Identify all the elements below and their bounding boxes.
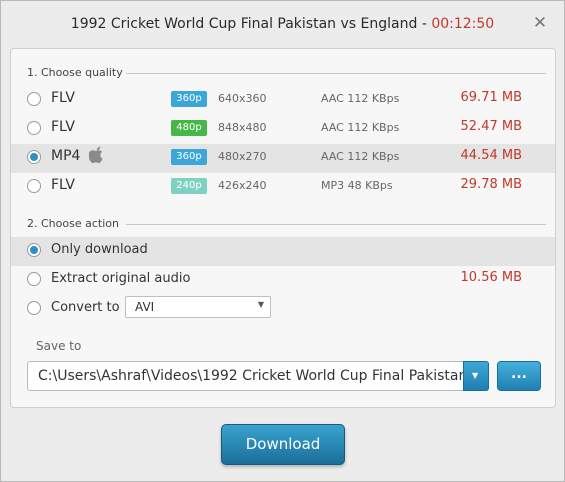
format-label: FLV <box>51 119 75 135</box>
resolution-text: 426x240 <box>218 179 267 192</box>
browse-button[interactable]: ... <box>497 361 541 391</box>
extract-audio-size: 10.56 MB <box>460 270 522 285</box>
file-size: 52.47 MB <box>460 119 522 134</box>
video-duration: 00:12:50 <box>431 16 495 32</box>
download-dialog: 1992 Cricket World Cup Final Pakistan vs… <box>0 0 565 482</box>
window-title: 1992 Cricket World Cup Final Pakistan vs… <box>1 16 564 32</box>
quality-option-2[interactable]: FLV 480p 848x480 AAC 112 KBps 52.47 MB <box>11 115 555 144</box>
quality-option-3[interactable]: MP4 360p 480x270 AAC 112 KBps 44.54 MB <box>11 144 555 173</box>
quality-radio[interactable] <box>27 92 41 106</box>
path-history-dropdown[interactable]: ▼ <box>463 361 489 391</box>
audio-info: AAC 112 KBps <box>321 92 400 105</box>
resolution-badge: 360p <box>171 149 207 165</box>
action-heading: 2. Choose action <box>27 217 119 230</box>
quality-radio[interactable] <box>27 121 41 135</box>
resolution-text: 848x480 <box>218 121 267 134</box>
resolution-text: 480x270 <box>218 150 267 163</box>
format-label: FLV <box>51 177 75 193</box>
format-label: FLV <box>51 90 75 106</box>
quality-radio[interactable] <box>27 179 41 193</box>
resolution-text: 640x360 <box>218 92 267 105</box>
quality-option-1[interactable]: FLV 360p 640x360 AAC 112 KBps 69.71 MB <box>11 86 555 115</box>
audio-info: AAC 112 KBps <box>321 121 400 134</box>
chevron-down-icon: ▼ <box>257 300 264 309</box>
action-divider <box>126 224 546 225</box>
close-icon[interactable]: ✕ <box>532 15 548 32</box>
action-radio[interactable] <box>27 272 41 286</box>
video-title: 1992 Cricket World Cup Final Pakistan vs… <box>70 16 418 32</box>
save-to-label: Save to <box>36 339 82 353</box>
options-panel: 1. Choose quality FLV 360p 640x360 AAC 1… <box>10 48 556 408</box>
resolution-badge: 360p <box>171 91 207 107</box>
extract-audio-label: Extract original audio <box>51 271 191 286</box>
only-download-label: Only download <box>51 242 148 257</box>
action-convert[interactable]: Convert to AVI ▼ <box>11 295 555 324</box>
convert-format-select[interactable]: AVI ▼ <box>125 296 271 318</box>
action-radio[interactable] <box>27 301 41 315</box>
action-only-download[interactable]: Only download <box>11 237 555 266</box>
title-separator: - <box>421 16 427 32</box>
chevron-down-icon: ▼ <box>472 371 479 380</box>
format-label: MP4 <box>51 148 81 164</box>
convert-to-label: Convert to <box>51 300 120 315</box>
save-path-field[interactable]: C:\Users\Ashraf\Videos\1992 Cricket Worl… <box>27 361 489 391</box>
save-path-text: C:\Users\Ashraf\Videos\1992 Cricket Worl… <box>38 368 488 384</box>
resolution-badge: 240p <box>171 178 207 194</box>
action-radio-selected[interactable] <box>27 243 41 257</box>
file-size: 69.71 MB <box>460 90 522 105</box>
quality-option-4[interactable]: FLV 240p 426x240 MP3 48 KBps 29.78 MB <box>11 173 555 202</box>
file-size: 44.54 MB <box>460 148 522 163</box>
quality-radio-selected[interactable] <box>27 150 41 164</box>
download-button[interactable]: Download <box>221 424 345 465</box>
apple-icon <box>89 146 103 164</box>
resolution-badge: 480p <box>171 120 207 136</box>
audio-info: MP3 48 KBps <box>321 179 393 192</box>
quality-heading: 1. Choose quality <box>27 66 123 79</box>
convert-format-value: AVI <box>135 300 155 314</box>
audio-info: AAC 112 KBps <box>321 150 400 163</box>
action-extract-audio[interactable]: Extract original audio 10.56 MB <box>11 266 555 295</box>
file-size: 29.78 MB <box>460 177 522 192</box>
quality-divider <box>126 73 546 74</box>
title-bar: 1992 Cricket World Cup Final Pakistan vs… <box>1 1 564 47</box>
